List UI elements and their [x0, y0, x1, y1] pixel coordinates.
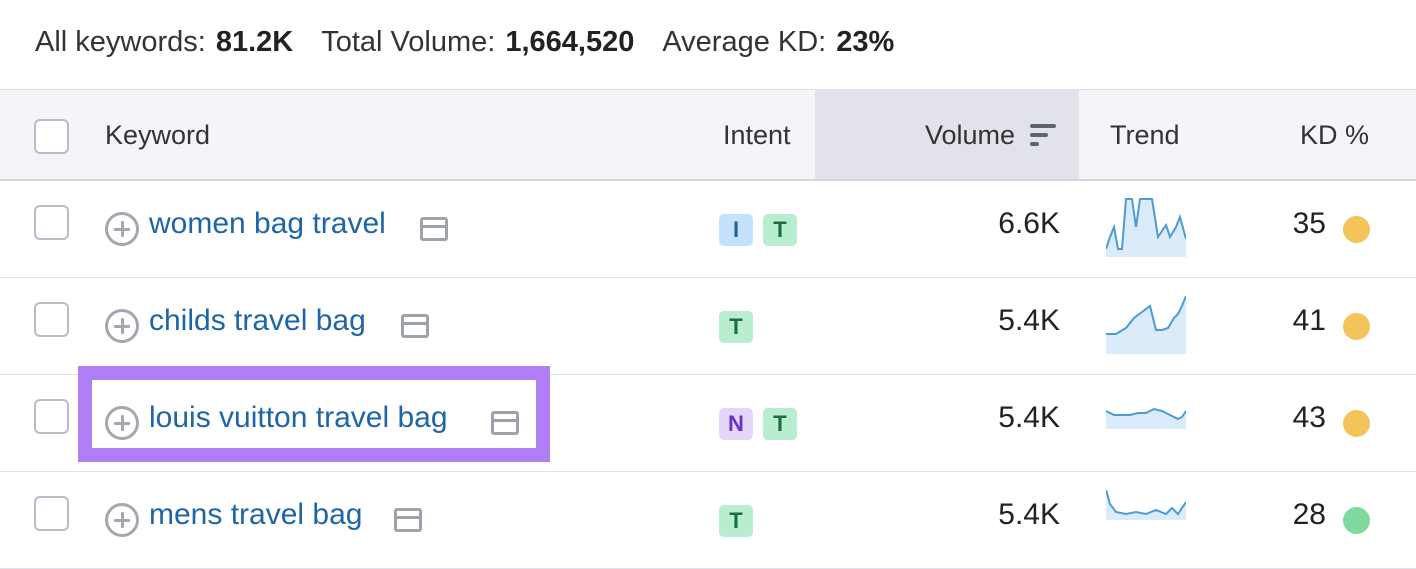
kd-value: 41 — [1292, 304, 1326, 337]
volume-value: 6.6K — [998, 207, 1060, 240]
intent-badge: T — [719, 505, 753, 537]
table-header: Keyword Intent Volume Trend KD % — [0, 89, 1416, 181]
column-header-kd[interactable]: KD % — [1300, 90, 1369, 180]
sparkline-trend-icon — [1106, 489, 1186, 520]
volume-value: 5.4K — [998, 304, 1060, 337]
kd-difficulty-dot — [1343, 507, 1370, 534]
kd-difficulty-dot — [1343, 313, 1370, 340]
average-kd-value: 23% — [836, 25, 895, 58]
kd-difficulty-dot — [1343, 410, 1370, 437]
column-header-trend[interactable]: Trend — [1110, 90, 1180, 180]
keyword-link[interactable]: childs travel bag — [149, 304, 366, 338]
serp-icon[interactable] — [394, 508, 422, 532]
row-checkbox[interactable] — [34, 205, 69, 240]
total-volume-value: 1,664,520 — [505, 25, 635, 58]
row-checkbox[interactable] — [34, 399, 69, 434]
intent-badge: N — [719, 408, 753, 440]
table-row: louis vuitton travel bag N T 5.4K 43 — [0, 375, 1416, 472]
keyword-link[interactable]: mens travel bag — [149, 498, 362, 532]
all-keywords-value: 81.2K — [215, 25, 294, 58]
volume-value: 5.4K — [998, 498, 1060, 531]
column-header-volume-label: Volume — [925, 119, 1016, 150]
add-to-list-icon[interactable] — [105, 212, 139, 246]
all-keywords-label: All keywords: — [35, 25, 206, 58]
intent-badge: T — [763, 214, 797, 246]
table-row: childs travel bag T 5.4K 41 — [0, 278, 1416, 375]
table-row: mens travel bag T 5.4K 28 — [0, 472, 1416, 569]
keyword-link[interactable]: women bag travel — [149, 207, 386, 241]
serp-icon[interactable] — [491, 411, 519, 435]
sort-descending-icon[interactable] — [1029, 123, 1057, 147]
column-header-keyword[interactable]: Keyword — [105, 90, 210, 180]
serp-icon[interactable] — [401, 314, 429, 338]
add-to-list-icon[interactable] — [105, 309, 139, 343]
row-checkbox[interactable] — [34, 496, 69, 531]
intent-badge: T — [763, 408, 797, 440]
keywords-table: Keyword Intent Volume Trend KD % women b… — [0, 89, 1416, 569]
intent-badge: I — [719, 214, 753, 246]
column-header-intent[interactable]: Intent — [723, 90, 791, 180]
average-kd-label: Average KD: — [662, 25, 827, 58]
keyword-summary-bar: All keywords: 81.2K Total Volume: 1,664,… — [35, 22, 922, 62]
add-to-list-icon[interactable] — [105, 503, 139, 537]
add-to-list-icon[interactable] — [105, 406, 139, 440]
row-checkbox[interactable] — [34, 302, 69, 337]
volume-value: 5.4K — [998, 401, 1060, 434]
kd-difficulty-dot — [1343, 216, 1370, 243]
serp-icon[interactable] — [420, 217, 448, 241]
table-row: women bag travel I T 6.6K 35 — [0, 181, 1416, 278]
select-all-checkbox[interactable] — [34, 119, 69, 154]
sparkline-trend-icon — [1106, 295, 1186, 354]
sparkline-trend-icon — [1106, 407, 1186, 429]
kd-value: 28 — [1292, 498, 1326, 531]
kd-value: 43 — [1292, 401, 1326, 434]
keyword-link[interactable]: louis vuitton travel bag — [149, 401, 448, 435]
total-volume-label: Total Volume: — [321, 25, 496, 58]
kd-value: 35 — [1292, 207, 1326, 240]
column-header-volume[interactable]: Volume — [925, 90, 1057, 180]
intent-badge: T — [719, 311, 753, 343]
sparkline-trend-icon — [1106, 198, 1186, 257]
table-body: women bag travel I T 6.6K 35 childs trav… — [0, 181, 1416, 569]
